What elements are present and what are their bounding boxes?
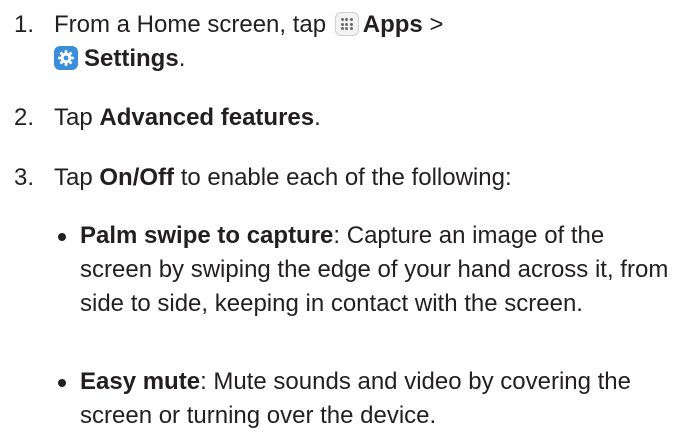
step-text: Tap On/Off to enable each of the followi… (54, 164, 512, 191)
feature-term: Easy mute (80, 368, 201, 395)
settings-label: Settings (84, 45, 179, 72)
step-number: 3. (14, 164, 35, 191)
apps-grid-icon (334, 12, 359, 36)
step-text: Tap Advanced features. (54, 104, 321, 131)
feature-term: Palm swipe to capture (80, 222, 334, 249)
bullet-dot (58, 233, 66, 241)
instructions-document: 1. From a Home screen, tap Apps > Settin… (0, 0, 680, 440)
apps-label: Apps (362, 11, 423, 38)
gear-icon (54, 46, 78, 70)
step-number: 1. (14, 11, 35, 38)
advanced-features-label: Advanced features (99, 104, 315, 131)
step-number: 2. (14, 104, 35, 131)
step-text: From a Home screen, tap Apps > Settings. (54, 11, 444, 72)
bullet-dot (58, 379, 66, 387)
on-off-label: On/Off (99, 164, 175, 191)
